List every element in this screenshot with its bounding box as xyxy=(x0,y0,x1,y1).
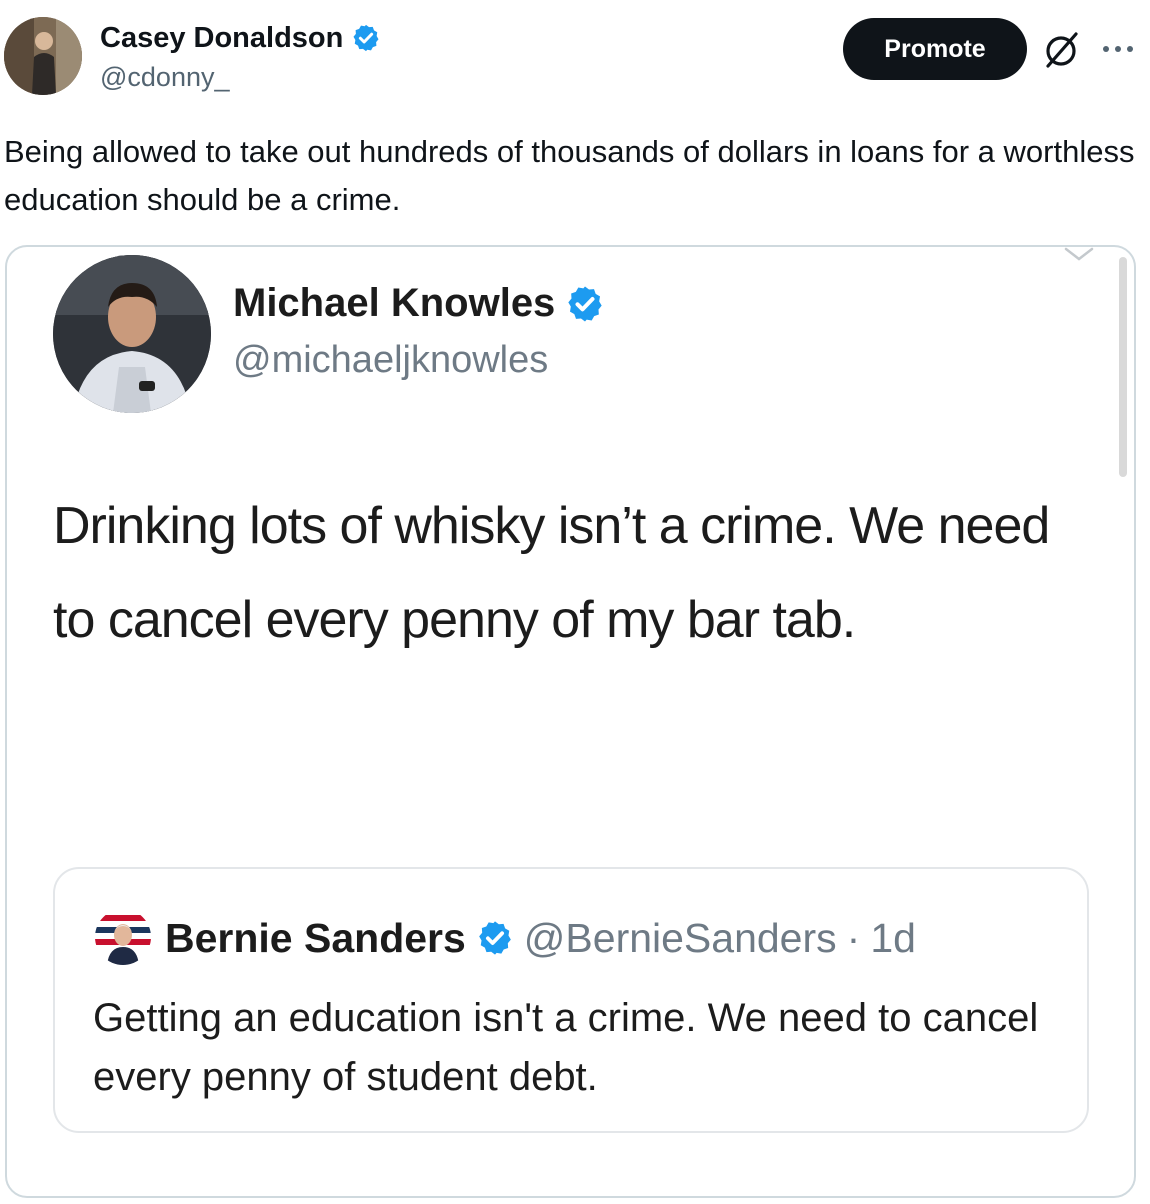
quoted-tweet-text: Drinking lots of whisky isn’t a crime. W… xyxy=(53,497,1050,649)
promote-button[interactable]: Promote xyxy=(843,18,1027,80)
author-handle[interactable]: @cdonny_ xyxy=(100,60,230,94)
image-scrollbar xyxy=(1119,257,1127,477)
author-name[interactable]: Casey Donaldson xyxy=(100,20,343,56)
verified-badge-icon xyxy=(568,286,602,321)
verified-badge-icon xyxy=(353,24,379,52)
nested-timestamp: 1d xyxy=(870,915,916,961)
more-icon[interactable] xyxy=(1098,34,1138,64)
quoted-author-name-row: Michael Knowles xyxy=(233,281,605,326)
quoted-author-name: Michael Knowles xyxy=(233,281,556,325)
nested-author-avatar xyxy=(95,909,151,965)
quoted-author-handle: @michaeljknowles xyxy=(233,339,549,381)
verified-badge-icon xyxy=(478,921,511,955)
tweet-media-image[interactable]: Michael Knowles @michaeljknowles Drinkin… xyxy=(5,245,1136,1198)
nested-quote-card: Bernie Sanders @BernieSanders · 1d Getti… xyxy=(53,867,1089,1133)
grok-icon[interactable] xyxy=(1040,28,1084,72)
tweet-text: Being allowed to take out hundreds of th… xyxy=(4,134,1135,217)
author-avatar-image xyxy=(4,17,82,95)
nested-separator: · xyxy=(846,915,861,961)
nested-author-handle: @BernieSanders xyxy=(523,915,837,961)
author-avatar[interactable] xyxy=(4,17,82,95)
quoted-author-avatar-image xyxy=(53,255,211,413)
nested-author-name: Bernie Sanders xyxy=(165,915,466,961)
chevron-down-icon xyxy=(1064,247,1094,261)
nested-quote-header: Bernie Sanders @BernieSanders · 1d xyxy=(165,913,916,963)
nested-author-avatar-image xyxy=(95,909,151,965)
nested-quote-text: Getting an education isn't a crime. We n… xyxy=(93,996,1039,1099)
quoted-author-avatar xyxy=(53,255,211,413)
author-name-row[interactable]: Casey Donaldson xyxy=(100,20,381,56)
